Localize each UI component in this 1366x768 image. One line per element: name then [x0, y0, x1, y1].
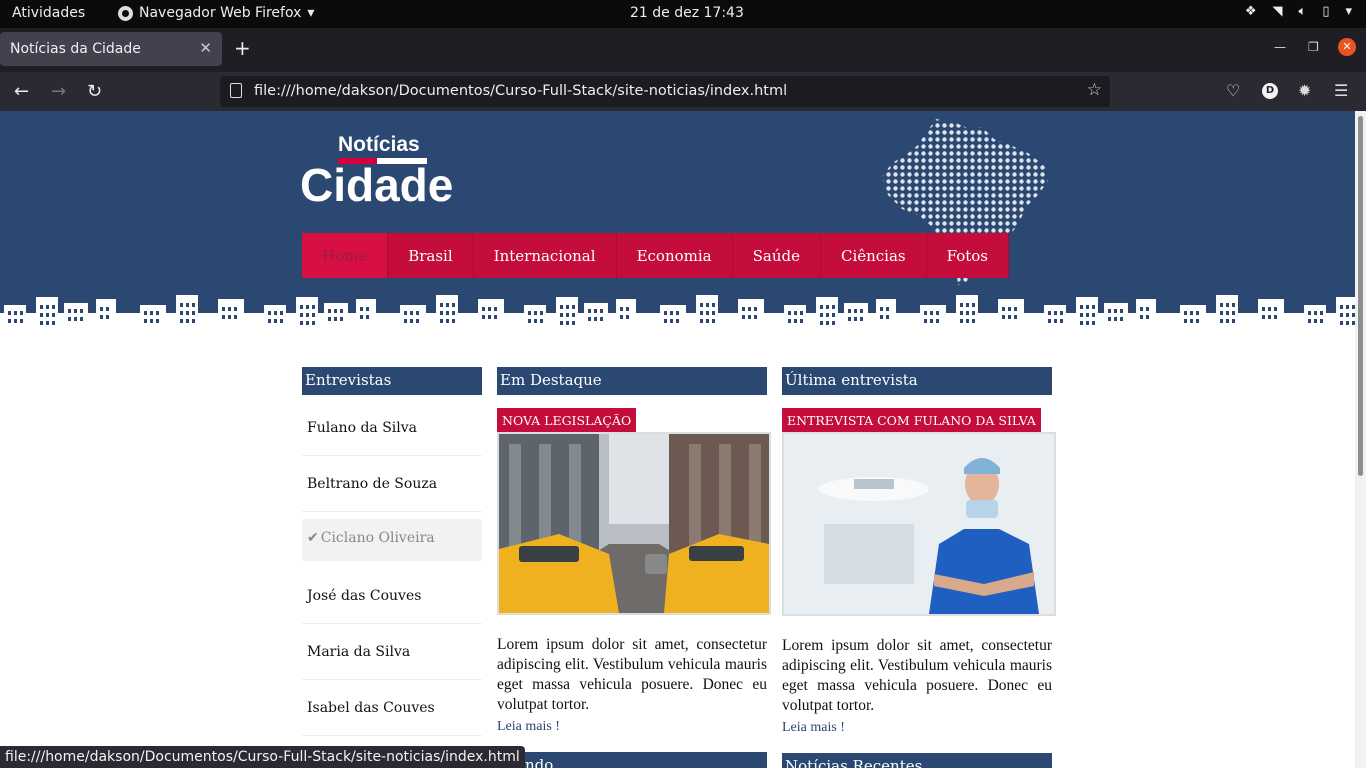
url-bar[interactable]: file:///home/dakson/Documentos/Curso-Ful…: [220, 76, 1110, 107]
system-clock[interactable]: 21 de dez 17:43: [630, 5, 744, 21]
site-header: Notícias Cidade Home Brasil Internaciona…: [0, 111, 1355, 341]
destaque-tag[interactable]: NOVA LEGISLAÇÃO: [497, 408, 637, 432]
forward-button[interactable]: →: [51, 81, 66, 102]
list-item[interactable]: Beltrano de Souza: [302, 456, 482, 512]
page-icon: [230, 83, 242, 98]
menu-item-economia[interactable]: Economia: [617, 233, 733, 278]
menu-item-internacional[interactable]: Internacional: [474, 233, 617, 278]
profile-avatar[interactable]: D: [1262, 83, 1278, 99]
minimize-button[interactable]: —: [1274, 40, 1286, 54]
app-menu[interactable]: Navegador Web Firefox ▾: [118, 5, 314, 21]
volume-icon[interactable]: 🔈︎: [1299, 4, 1307, 19]
list-item[interactable]: Fulano da Silva: [302, 400, 482, 456]
ultima-entrevista-title: Última entrevista: [782, 367, 1052, 395]
checkmark-icon: ✔: [307, 530, 319, 546]
system-tray[interactable]: ❖ ◥ 🔈︎ ▯ ▾: [1245, 4, 1352, 19]
system-top-bar: Atividades Navegador Web Firefox ▾ 21 de…: [0, 0, 1366, 28]
tab-active[interactable]: Notícias da Cidade ✕: [0, 32, 222, 66]
ultima-entrevista-read-more-link[interactable]: Leia mais !: [782, 720, 845, 736]
activities-button[interactable]: Atividades: [12, 5, 85, 21]
pocket-icon[interactable]: ♡: [1226, 81, 1240, 100]
destaque-read-more-link[interactable]: Leia mais !: [497, 719, 560, 735]
list-item[interactable]: Isabel das Couves: [302, 680, 482, 736]
destaque-text: Lorem ipsum dolor sit amet, consectetur …: [497, 636, 767, 713]
list-item[interactable]: Maria da Silva: [302, 624, 482, 680]
doctor-photo[interactable]: [782, 432, 1056, 616]
wifi-icon[interactable]: ◥: [1273, 4, 1283, 19]
app-name: Navegador Web Firefox: [139, 5, 302, 21]
list-item-label: Ciclano Oliveira: [320, 530, 435, 546]
page-viewport: Notícias Cidade Home Brasil Internaciona…: [0, 111, 1355, 768]
doctor-illustration: [784, 434, 1054, 614]
noticias-recentes-title: Notícias Recentes: [782, 753, 1052, 768]
url-text[interactable]: file:///home/dakson/Documentos/Curso-Ful…: [254, 83, 787, 99]
list-item[interactable]: José das Couves: [302, 568, 482, 624]
logo-top-text: Notícias: [338, 133, 420, 156]
taxi-street-photo[interactable]: [497, 432, 771, 615]
chevron-down-icon[interactable]: ▾: [1345, 4, 1352, 19]
maximize-button[interactable]: ❐: [1308, 40, 1319, 54]
dropbox-icon[interactable]: ❖: [1245, 4, 1257, 19]
close-tab-icon[interactable]: ✕: [199, 39, 212, 57]
city-skyline-graphic: [0, 293, 1355, 341]
back-button[interactable]: ←: [14, 81, 29, 102]
ultima-entrevista-tag[interactable]: ENTREVISTA COM FULANO DA SILVA: [782, 408, 1041, 432]
entrevistas-title: Entrevistas: [302, 367, 482, 395]
bookmark-star-icon[interactable]: ☆: [1087, 80, 1102, 100]
link-status-bar: file:///home/dakson/Documentos/Curso-Ful…: [0, 746, 525, 768]
logo-main-text: Cidade: [300, 159, 454, 211]
menu-item-brasil[interactable]: Brasil: [388, 233, 474, 278]
scrollbar-thumb[interactable]: [1358, 116, 1363, 476]
chevron-down-icon: ▾: [307, 5, 315, 21]
close-window-button[interactable]: ✕: [1338, 38, 1356, 56]
list-item-selected[interactable]: ✔ Ciclano Oliveira: [302, 519, 482, 561]
mundo-title: Mundo: [497, 752, 767, 768]
tab-strip: Notícias da Cidade ✕ + — ❐ ✕: [0, 28, 1366, 72]
destaque-title: Em Destaque: [497, 367, 767, 395]
entrevistas-list: Fulano da Silva Beltrano de Souza ✔ Cicla…: [302, 400, 482, 736]
taxi-street-illustration: [499, 434, 769, 613]
firefox-icon: [118, 5, 133, 21]
menu-item-fotos[interactable]: Fotos: [927, 233, 1009, 278]
tab-title: Notícias da Cidade: [10, 41, 141, 57]
reload-button[interactable]: ↻: [87, 81, 102, 102]
battery-icon[interactable]: ▯: [1322, 4, 1329, 19]
ultima-entrevista-text: Lorem ipsum dolor sit amet, consectetur …: [782, 637, 1052, 714]
extensions-icon[interactable]: ✹: [1298, 81, 1311, 100]
menu-item-home[interactable]: Home: [302, 233, 389, 278]
new-tab-button[interactable]: +: [234, 36, 251, 60]
navigation-toolbar: ← → ↻ file:///home/dakson/Documentos/Cur…: [0, 72, 1366, 111]
hamburger-menu-icon[interactable]: ☰: [1334, 81, 1348, 100]
menu-item-saude[interactable]: Saúde: [733, 233, 821, 278]
vertical-scrollbar[interactable]: [1355, 111, 1366, 768]
main-menu: Home Brasil Internacional Economia Saúde…: [302, 233, 1009, 278]
menu-item-ciencias[interactable]: Ciências: [821, 233, 927, 278]
